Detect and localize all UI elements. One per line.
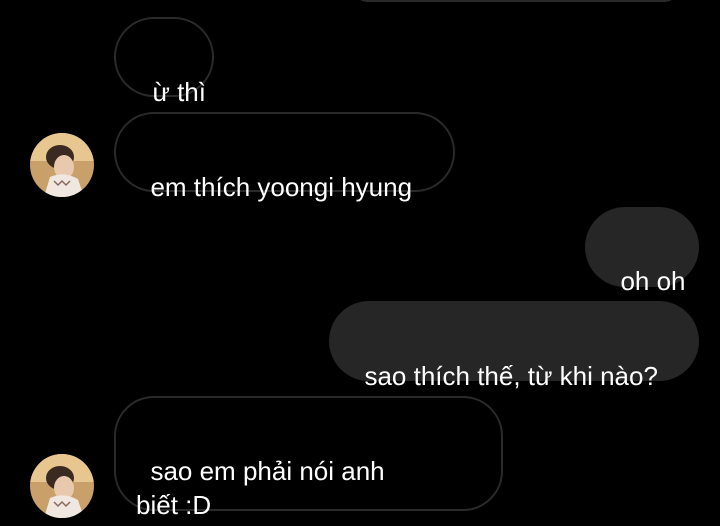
message-text: em thích yoongi hyung [150, 172, 413, 202]
outgoing-message-bubble[interactable]: oh oh [585, 207, 699, 296]
message-text: ừ thì [152, 77, 206, 107]
sender-avatar[interactable] [30, 133, 94, 197]
avatar-photo-icon [30, 454, 94, 518]
message-text: sao em phải nói anh biết :D [136, 456, 385, 520]
incoming-message-bubble[interactable]: ừ thì [114, 17, 214, 107]
incoming-message-bubble[interactable]: em thích yoongi hyung [114, 112, 455, 202]
previous-message-bubble-edge [352, 0, 680, 2]
message-text: sao thích thế, từ khi nào? [364, 361, 658, 391]
sender-avatar[interactable] [30, 454, 94, 518]
incoming-message-bubble[interactable]: sao em phải nói anh biết :D [114, 396, 503, 520]
avatar-photo-icon [30, 133, 94, 197]
outgoing-message-bubble[interactable]: sao thích thế, từ khi nào? [329, 301, 699, 391]
message-text: oh oh [620, 266, 686, 296]
